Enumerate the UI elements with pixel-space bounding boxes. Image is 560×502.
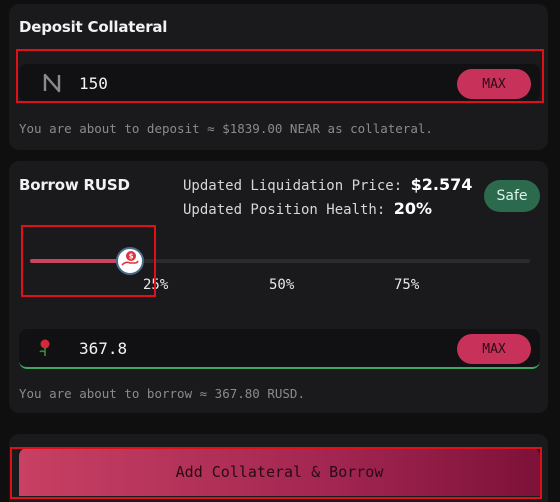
position-health-value: 20% <box>393 199 433 218</box>
deposit-title: Deposit Collateral <box>19 18 168 36</box>
svg-text:$: $ <box>129 253 134 261</box>
action-card: Add Collateral & Borrow <box>9 434 548 502</box>
deposit-input-row: MAX <box>19 64 540 102</box>
liquidation-price-value: $2.574 <box>410 175 473 194</box>
borrow-input-row: MAX <box>19 329 540 369</box>
add-collateral-borrow-button[interactable]: Add Collateral & Borrow <box>19 448 540 496</box>
liquidation-price-stat: Updated Liquidation Price: $2.574 <box>183 175 472 194</box>
deposit-collateral-card: Deposit Collateral MAX You are about to … <box>9 4 548 150</box>
borrow-slider-thumb[interactable]: $ <box>116 247 144 275</box>
rose-token-icon <box>35 338 55 358</box>
borrow-rusd-card: Borrow RUSD Updated Liquidation Price: $… <box>9 161 548 413</box>
slider-tick-75[interactable]: 75% <box>394 277 419 293</box>
borrow-slider-fill <box>30 259 130 263</box>
borrow-amount-input[interactable] <box>79 329 419 367</box>
hand-dollar-icon: $ <box>121 250 139 272</box>
position-health-stat: Updated Position Health: 20% <box>183 199 432 218</box>
deposit-max-button[interactable]: MAX <box>457 69 531 99</box>
near-token-icon <box>41 72 63 94</box>
safe-status-badge: Safe <box>484 180 540 212</box>
deposit-helper-text: You are about to deposit ≈ $1839.00 NEAR… <box>19 121 433 136</box>
slider-tick-50[interactable]: 50% <box>269 277 294 293</box>
borrow-max-button[interactable]: MAX <box>457 334 531 364</box>
slider-tick-25[interactable]: 25% <box>143 277 168 293</box>
liquidation-price-label: Updated Liquidation Price: <box>183 178 403 194</box>
borrow-title: Borrow RUSD <box>19 176 130 194</box>
deposit-amount-input[interactable] <box>79 64 419 102</box>
position-health-label: Updated Position Health: <box>183 202 386 218</box>
borrow-helper-text: You are about to borrow ≈ 367.80 RUSD. <box>19 386 305 401</box>
